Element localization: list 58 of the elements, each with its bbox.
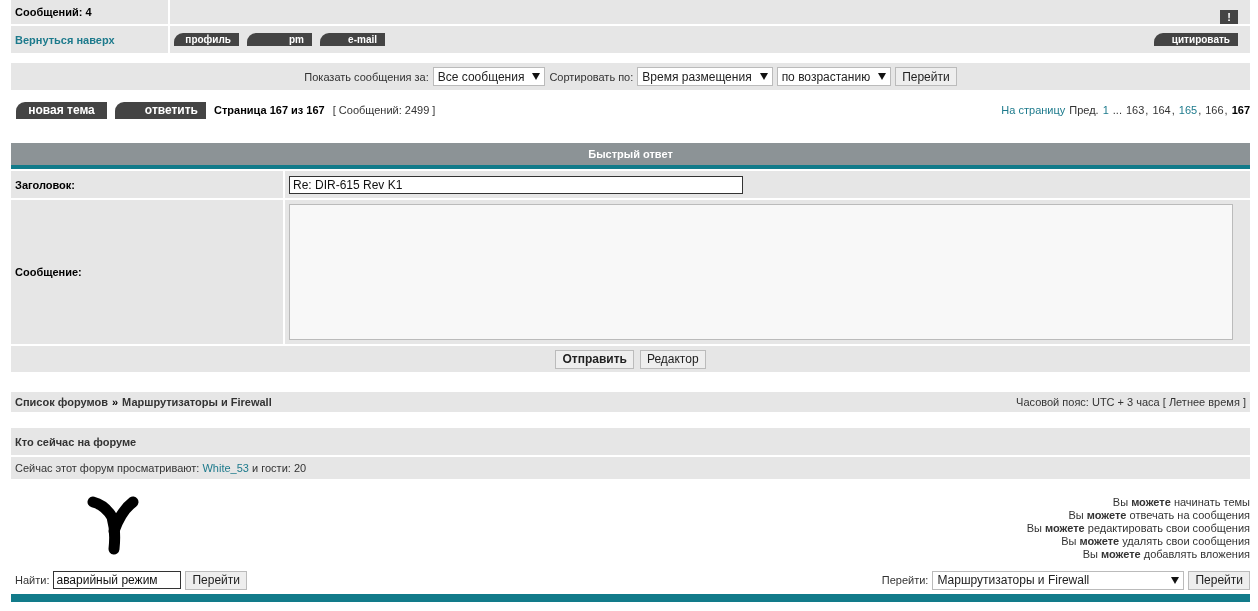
order-select[interactable]: по возрастанию — [776, 67, 892, 86]
who-online-title: Кто сейчас на форуме — [15, 435, 137, 448]
permission-text: Вы можете отвечать на сообщения — [1068, 509, 1250, 522]
jump-button[interactable]: Перейти — [1188, 570, 1250, 590]
permission-text: Вы можете удалять свои сообщения — [1061, 535, 1250, 548]
page-link[interactable]: 164 — [1152, 104, 1171, 116]
show-label: Показать сообщения за: — [304, 70, 429, 83]
post-total: [ Сообщений: 2499 ] — [332, 104, 436, 116]
editor-button[interactable]: Редактор — [639, 349, 706, 369]
dropdown-arrow-icon — [1171, 576, 1180, 584]
prev-link[interactable]: Пред. — [1069, 104, 1099, 116]
separator: , — [1198, 104, 1202, 116]
report-button[interactable]: ! — [1220, 10, 1238, 24]
timezone-text: Часовой пояс: UTC + 3 часа [ Летнее время ] — [1016, 396, 1246, 408]
permission-text: Вы можете добавлять вложения — [1082, 548, 1250, 561]
post-button[interactable]: e-mail — [320, 33, 385, 46]
forum-select[interactable]: Маршрутизаторы и Firewall — [932, 570, 1185, 590]
current-page: 167 — [1231, 104, 1250, 116]
page-indicator: Страница 167 из 167 — [214, 104, 325, 116]
user-link[interactable]: White_53 — [202, 462, 249, 474]
permission-text: Вы можете редактировать свои сообщения — [1026, 522, 1250, 535]
dropdown-arrow-icon — [759, 73, 768, 80]
search-button[interactable]: Перейти — [185, 570, 247, 590]
reply-button[interactable]: ответить — [115, 101, 206, 119]
jump-label: Перейти: — [881, 574, 929, 586]
page-link[interactable]: 1 — [1102, 104, 1109, 116]
search-label: Найти: — [15, 574, 50, 586]
message-label: Сообщение: — [15, 266, 82, 278]
new-topic-button[interactable]: новая тема — [16, 101, 107, 119]
period-select[interactable]: Все сообщения — [432, 67, 546, 86]
submit-button[interactable]: Отправить — [555, 349, 634, 369]
separator: , — [1171, 104, 1175, 116]
sort-select[interactable]: Время размещения — [637, 67, 773, 86]
online-users-text: Сейчас этот форум просматривают: White_53 и гости: 20 — [15, 462, 307, 474]
post-button[interactable]: pm — [247, 33, 312, 46]
dropdown-arrow-icon — [878, 73, 887, 80]
subject-label: Заголовок: — [15, 178, 75, 191]
page-link[interactable]: 165 — [1178, 104, 1198, 116]
separator: , — [1224, 104, 1228, 116]
breadcrumb-separator: » — [111, 396, 119, 408]
permission-text: Вы можете начинать темы — [1112, 496, 1250, 509]
post-count: Сообщений: 4 — [15, 6, 92, 18]
search-field[interactable]: аварийный режим — [53, 571, 182, 589]
sort-label: Сортировать по: — [549, 70, 634, 83]
page-link[interactable]: 166 — [1205, 104, 1224, 116]
page-link[interactable]: 163 — [1125, 104, 1145, 116]
pagination-label[interactable]: На страницу — [1001, 104, 1066, 116]
dropdown-arrow-icon — [532, 73, 541, 80]
separator: , — [1145, 104, 1149, 116]
subject-field[interactable]: Re: DIR-615 Rev K1 — [289, 175, 743, 194]
message-field[interactable] — [289, 204, 1233, 340]
ellipsis: ... — [1112, 104, 1122, 116]
breadcrumb-link[interactable]: Маршрутизаторы и Firewall — [122, 396, 272, 408]
breadcrumb-link[interactable]: Список форумов — [15, 396, 108, 408]
post-button[interactable]: профиль — [174, 33, 239, 46]
quick-reply-header: Быстрый ответ — [11, 143, 1250, 169]
quote-button[interactable]: цитировать — [1154, 33, 1238, 46]
go-button[interactable]: Перейти — [895, 67, 957, 86]
